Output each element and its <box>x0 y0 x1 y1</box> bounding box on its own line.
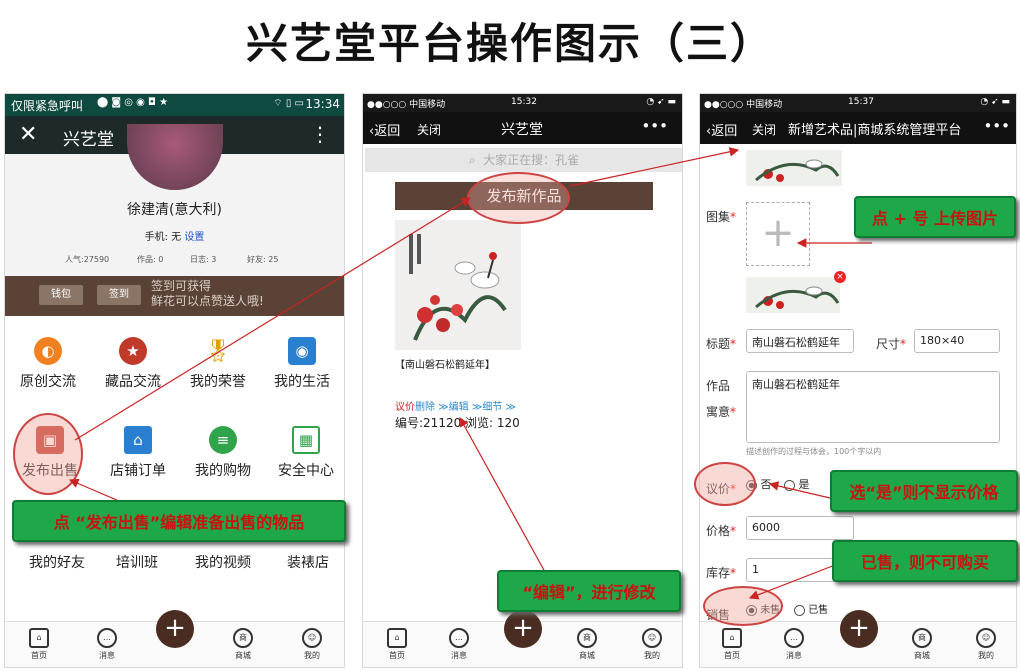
callout-edit: “编辑”，进行修改 <box>497 570 681 612</box>
callout-sold: 已售，则不可购买 <box>832 540 1018 582</box>
callout-yes-no-price: 选“是”则不显示价格 <box>830 470 1018 512</box>
callout-upload: 点 + 号 上传图片 <box>854 196 1016 238</box>
callout-publish-sale: 点 “发布出售”编辑准备出售的物品 <box>12 500 346 542</box>
